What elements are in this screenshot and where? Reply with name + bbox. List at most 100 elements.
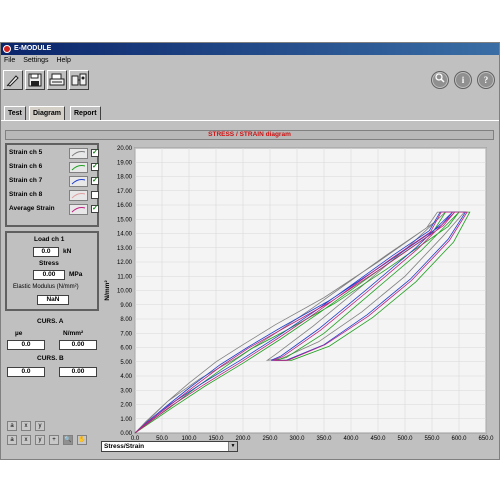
legend-checkbox[interactable]: ✓: [91, 177, 99, 185]
app-logo-icon: [3, 45, 11, 53]
legend-item: Strain ch 8: [9, 190, 99, 202]
toolbar: i ?: [1, 68, 499, 92]
stress-strain-chart[interactable]: 0.001.002.003.004.005.006.007.008.009.00…: [101, 143, 494, 440]
graph-tools: a x y a x y + 🔍 ✋: [7, 419, 97, 455]
x-tick-label: 350.0: [316, 436, 332, 440]
menu-settings[interactable]: Settings: [23, 57, 48, 64]
autoscale-x-icon[interactable]: x: [21, 421, 31, 431]
cursor-b-x: 0.0: [7, 367, 45, 377]
y-tick-label: 6.00: [120, 346, 132, 352]
legend-checkbox[interactable]: ✓: [91, 205, 99, 213]
plot-area[interactable]: 0.00 1.00 2.00 3.00 4.00 5.00 6.00 7.00 8.00 9.00…: [101, 143, 494, 450]
y-tick-label: 9.00: [120, 303, 132, 309]
legend-label: Strain ch 5: [9, 149, 43, 156]
legend-swatch: [69, 148, 88, 159]
lock-scale-icon[interactable]: a: [7, 435, 17, 445]
legend-label: Average Strain: [9, 205, 55, 212]
y-tick-label: 7.00: [120, 331, 132, 337]
pan-hand-icon[interactable]: ✋: [77, 435, 87, 445]
cursor-col-strain: µe: [15, 330, 23, 337]
y-tick-label: 3.00: [120, 388, 132, 394]
autoscale-icon[interactable]: a: [7, 421, 17, 431]
y-tick-label: 16.00: [117, 203, 133, 209]
y-tick-label: 10.00: [117, 289, 133, 295]
pen-icon[interactable]: [3, 70, 23, 90]
menu-help[interactable]: Help: [56, 57, 70, 64]
help-icon[interactable]: ?: [477, 71, 495, 89]
x-tick-label: 300.0: [289, 436, 305, 440]
x-tick-label: 100.0: [181, 436, 197, 440]
zoom-icon[interactable]: [431, 71, 449, 89]
x-tick-label: 0.0: [131, 436, 140, 440]
cursor-panel: CURS. A µe N/mm² 0.0 0.00 CURS. B 0.0 0.…: [5, 315, 99, 393]
legend-checkbox[interactable]: ✓: [91, 149, 99, 157]
cursor-a-y: 0.00: [59, 340, 97, 350]
y-tick-label: 8.00: [120, 317, 132, 323]
window-title: E-MODULE: [14, 45, 52, 52]
legend-panel: Strain ch 5 ✓ Strain ch 6 ✓ Strain ch 7 …: [5, 143, 99, 227]
plot-mode-value: Stress/Strain: [104, 443, 145, 450]
load-unit: kN: [63, 248, 72, 255]
tab-test[interactable]: Test: [4, 106, 26, 120]
y-tick-label: 11.00: [117, 274, 132, 280]
x-tick-label: 450.0: [370, 436, 386, 440]
tab-report[interactable]: Report: [70, 106, 101, 120]
y-tick-label: 2.00: [120, 403, 132, 409]
save-icon[interactable]: [25, 70, 45, 90]
tab-diagram[interactable]: Diagram: [29, 106, 66, 120]
zoom-tool-icon[interactable]: 🔍: [63, 435, 73, 445]
machine-icon[interactable]: [69, 70, 89, 90]
cursor-a-label: CURS. A: [37, 318, 64, 325]
menu-file[interactable]: File: [4, 57, 15, 64]
autoscale-y-icon[interactable]: y: [35, 421, 45, 431]
y-tick-label: 12.00: [117, 260, 133, 266]
legend-checkbox[interactable]: [91, 191, 99, 199]
cursor-b-y: 0.00: [59, 367, 97, 377]
y-tick-label: 17.00: [117, 189, 133, 195]
legend-checkbox[interactable]: ✓: [91, 163, 99, 171]
x-tick-label: 150.0: [208, 436, 224, 440]
y-tick-label: 20.00: [117, 146, 133, 152]
legend-label: Strain ch 6: [9, 163, 43, 170]
legend-item: Strain ch 7 ✓: [9, 176, 99, 188]
app-window: E-MODULE File Settings Help i ? Test Dia…: [0, 42, 500, 460]
lock-x-icon[interactable]: x: [21, 435, 31, 445]
x-tick-label: 500.0: [397, 436, 413, 440]
info-glyph: i: [456, 73, 470, 87]
x-tick-label: 50.0: [156, 436, 168, 440]
plot-mode-select[interactable]: Stress/Strain ▼: [101, 441, 238, 452]
cursor-col-stress: N/mm²: [63, 330, 84, 337]
legend-swatch: [69, 176, 88, 187]
info-icon[interactable]: i: [454, 71, 472, 89]
legend-swatch: [69, 204, 88, 215]
lock-y-icon[interactable]: y: [35, 435, 45, 445]
y-tick-label: 13.00: [117, 246, 133, 252]
y-tick-label: 4.00: [120, 374, 132, 380]
load-value: 0.0: [33, 247, 59, 257]
y-tick-label: 1.00: [120, 417, 132, 423]
x-tick-label: 650.0: [478, 436, 494, 440]
stress-label: Stress: [39, 260, 59, 267]
chevron-down-icon[interactable]: ▼: [228, 442, 237, 451]
y-axis-label: N/mm²: [104, 280, 111, 301]
y-tick-label: 5.00: [120, 360, 132, 366]
legend-label: Strain ch 8: [9, 191, 43, 198]
cursor-a-x: 0.0: [7, 340, 45, 350]
diagram-panel: STRESS / STRAIN diagram Strain ch 5 ✓ St…: [1, 120, 499, 459]
legend-swatch: [69, 162, 88, 173]
cursor-b-label: CURS. B: [37, 355, 64, 362]
legend-item: Strain ch 6 ✓: [9, 162, 99, 174]
stress-value: 0.00: [33, 270, 65, 280]
help-glyph: ?: [479, 73, 493, 87]
crosshair-icon[interactable]: +: [49, 435, 59, 445]
x-tick-label: 550.0: [424, 436, 440, 440]
legend-item: Average Strain ✓: [9, 204, 99, 216]
load-header: Load ch 1: [34, 236, 65, 243]
stress-unit: MPa: [69, 271, 83, 278]
x-tick-label: 400.0: [343, 436, 359, 440]
print-icon[interactable]: [47, 70, 67, 90]
x-tick-label: 250.0: [262, 436, 278, 440]
y-tick-label: 18.00: [117, 175, 133, 181]
modulus-value: NaN: [37, 295, 69, 305]
modulus-label: Elastic Modulus (N/mm²): [13, 284, 79, 290]
